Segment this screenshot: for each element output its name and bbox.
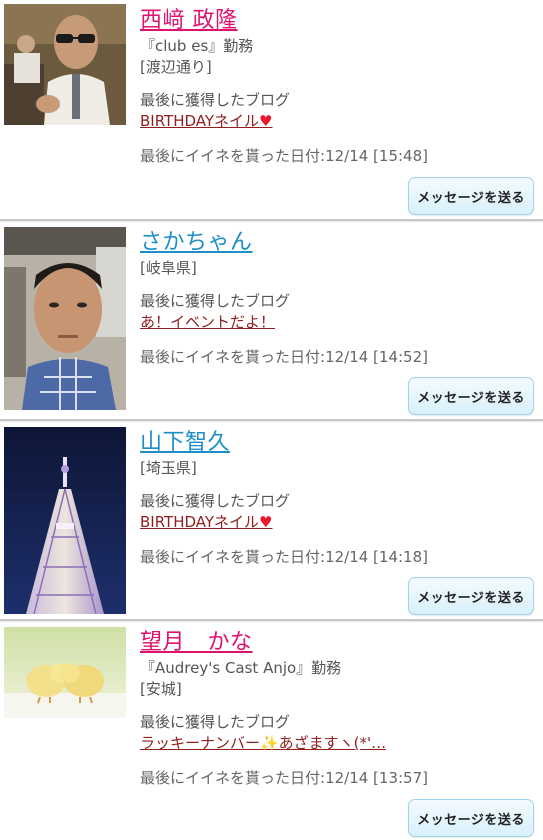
last-like-label: 最後にイイネを貰った日付:	[140, 769, 326, 787]
user-photo[interactable]	[4, 4, 126, 125]
location: [安城]	[140, 680, 182, 698]
user-info: さかちゃん [岐阜県] 最後に獲得したブログ あ！イベントだよ！ 最後にイイネを…	[140, 228, 535, 368]
last-like-date: 最後にイイネを貰った日付:12/14 [13:57]	[140, 768, 535, 789]
list-item: 望月 かな 『Audrey's Cast Anjo』勤務 [安城] 最後に獲得し…	[0, 622, 543, 840]
last-blog-label: 最後に獲得したブログ	[140, 492, 291, 510]
like-date-value: 12/14 [13:57]	[325, 769, 428, 787]
last-blog-label: 最後に獲得したブログ	[140, 713, 291, 731]
user-photo[interactable]	[4, 427, 126, 614]
user-info: 西﨑 政隆 『club es』勤務 [渡辺通り] 最後に獲得したブログ BIRT…	[140, 6, 535, 167]
like-date-value: 12/14 [15:48]	[325, 147, 428, 165]
user-photo[interactable]	[4, 227, 126, 410]
like-date-value: 12/14 [14:18]	[325, 548, 428, 566]
blog-title-link[interactable]: ラッキーナンバー✨あざますヽ(*'…	[140, 733, 386, 754]
blog-title: BIRTHDAYネイル	[140, 112, 260, 130]
user-name-link[interactable]: 西﨑 政隆	[140, 6, 238, 36]
workplace: 『club es』勤務	[140, 37, 254, 55]
user-info: 望月 かな 『Audrey's Cast Anjo』勤務 [安城] 最後に獲得し…	[140, 628, 535, 789]
list-item: 山下智久 [埼玉県] 最後に獲得したブログ BIRTHDAYネイル♥ 最後にイイ…	[0, 422, 543, 619]
heart-icon: ♥	[259, 513, 273, 531]
blog-title: あ！イベントだよ！	[140, 313, 276, 331]
user-name-link[interactable]: 望月 かな	[140, 628, 253, 658]
location: [岐阜県]	[140, 259, 197, 277]
last-like-date: 最後にイイネを貰った日付:12/14 [14:52]	[140, 347, 535, 368]
list-item: さかちゃん [岐阜県] 最後に獲得したブログ あ！イベントだよ！ 最後にイイネを…	[0, 222, 543, 419]
last-blog-label: 最後に獲得したブログ	[140, 292, 291, 310]
last-like-date: 最後にイイネを貰った日付:12/14 [14:18]	[140, 547, 535, 568]
blog-title-link[interactable]: BIRTHDAYネイル♥	[140, 111, 273, 132]
heart-icon: ♥	[259, 112, 273, 130]
user-photo[interactable]	[4, 627, 126, 718]
blog-title: BIRTHDAYネイル	[140, 513, 260, 531]
blog-title-link[interactable]: BIRTHDAYネイル♥	[140, 512, 273, 533]
last-like-date: 最後にイイネを貰った日付:12/14 [15:48]	[140, 146, 535, 167]
location: [渡辺通り]	[140, 58, 212, 76]
liked-user-list: 西﨑 政隆 『club es』勤務 [渡辺通り] 最後に獲得したブログ BIRT…	[0, 0, 543, 840]
user-info: 山下智久 [埼玉県] 最後に獲得したブログ BIRTHDAYネイル♥ 最後にイイ…	[140, 428, 535, 568]
user-name-link[interactable]: 山下智久	[140, 428, 230, 458]
last-like-label: 最後にイイネを貰った日付:	[140, 348, 326, 366]
workplace: 『Audrey's Cast Anjo』勤務	[140, 659, 342, 677]
list-item: 西﨑 政隆 『club es』勤務 [渡辺通り] 最後に獲得したブログ BIRT…	[0, 0, 543, 219]
last-like-label: 最後にイイネを貰った日付:	[140, 147, 326, 165]
user-name-link[interactable]: さかちゃん	[140, 228, 253, 258]
send-message-button[interactable]: メッセージを送る	[408, 799, 534, 837]
blog-title-link[interactable]: あ！イベントだよ！	[140, 312, 275, 333]
location: [埼玉県]	[140, 459, 197, 477]
send-message-button[interactable]: メッセージを送る	[408, 377, 534, 415]
last-blog-label: 最後に獲得したブログ	[140, 91, 291, 109]
send-message-button[interactable]: メッセージを送る	[408, 177, 534, 215]
last-like-label: 最後にイイネを貰った日付:	[140, 548, 326, 566]
send-message-button[interactable]: メッセージを送る	[408, 577, 534, 615]
like-date-value: 12/14 [14:52]	[325, 348, 428, 366]
